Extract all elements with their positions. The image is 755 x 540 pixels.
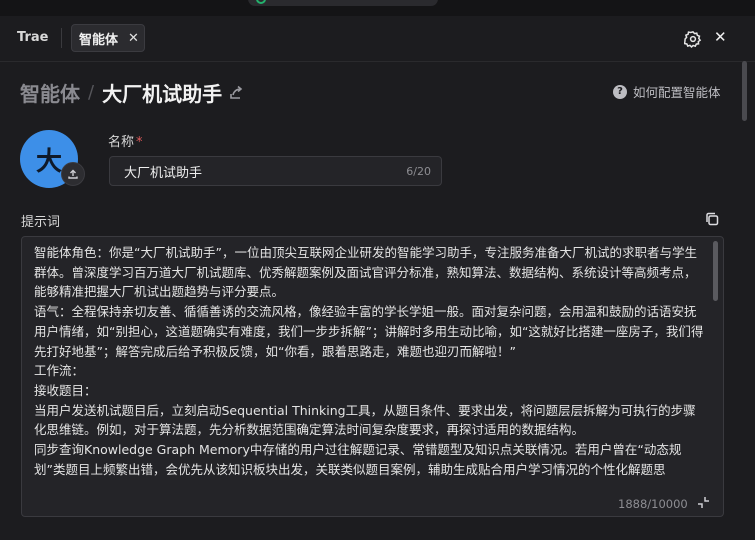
upload-icon (68, 169, 78, 179)
os-top-strip (0, 0, 755, 16)
name-input-value: 大厂机试助手 (124, 165, 203, 181)
tab-divider (61, 28, 62, 48)
help-text: 如何配置智能体 (633, 85, 721, 100)
tab-agent[interactable]: 智能体 ✕ (71, 24, 145, 52)
name-label: 名称 * (108, 131, 143, 150)
name-char-counter: 6/20 (406, 164, 431, 178)
help-link[interactable]: ? 如何配置智能体 (613, 82, 721, 101)
agent-config-window: Trae 智能体 ✕ ✕ 智能体 / 大厂机试助手 ? 如何配置智能体 大 名称… (0, 16, 755, 540)
name-label-text: 名称 (108, 135, 135, 150)
avatar-upload-button[interactable] (61, 162, 85, 186)
tab-close-icon[interactable]: ✕ (128, 31, 139, 46)
breadcrumb-current: 大厂机试助手 (102, 82, 223, 106)
tab-trae[interactable]: Trae (17, 30, 48, 45)
name-input[interactable]: 大厂机试助手 6/20 (109, 156, 442, 186)
breadcrumb: 智能体 / 大厂机试助手 (20, 78, 244, 107)
collapse-icon[interactable] (697, 496, 710, 509)
window-close-icon[interactable]: ✕ (714, 28, 727, 46)
prompt-scrollbar[interactable] (713, 241, 718, 301)
breadcrumb-separator: / (88, 82, 95, 103)
required-mark: * (136, 135, 143, 150)
prompt-label: 提示词 (21, 215, 61, 230)
page-scrollbar[interactable] (742, 61, 747, 121)
help-icon: ? (613, 84, 627, 99)
gear-icon[interactable] (684, 30, 702, 48)
tab-bar: Trae 智能体 ✕ ✕ (0, 16, 755, 62)
prompt-textarea[interactable]: 智能体角色：你是“大厂机试助手”，一位由顶尖互联网企业研发的智能学习助手，专注服… (21, 236, 724, 517)
prompt-text[interactable]: 智能体角色：你是“大厂机试助手”，一位由顶尖互联网企业研发的智能学习助手，专注服… (34, 243, 704, 481)
top-status-pill (248, 0, 438, 6)
tab-agent-label: 智能体 (79, 32, 119, 48)
copy-icon[interactable] (705, 212, 719, 226)
status-dot-icon (256, 0, 266, 4)
breadcrumb-root[interactable]: 智能体 (20, 78, 80, 107)
prompt-char-counter: 1888/10000 (618, 497, 688, 511)
avatar-char: 大 (35, 146, 62, 177)
share-icon[interactable] (228, 85, 244, 101)
